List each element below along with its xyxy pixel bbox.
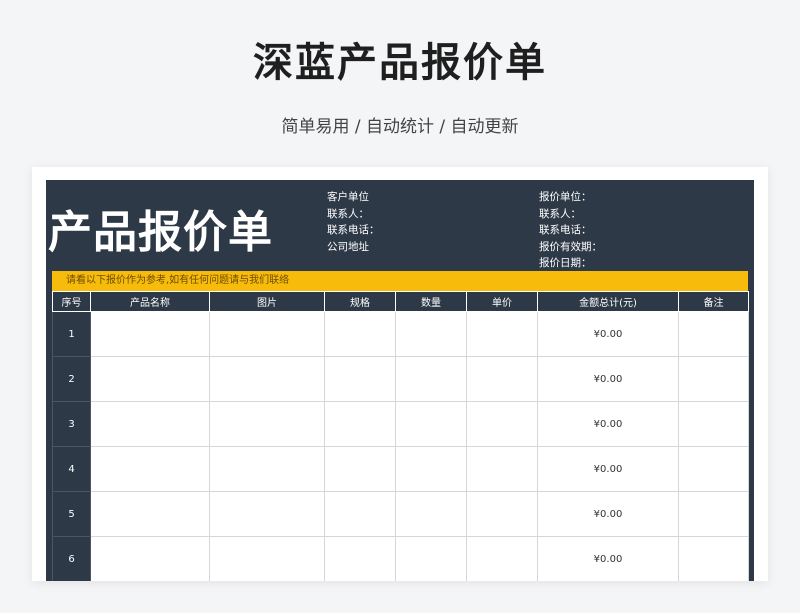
customer-info-phone: 联系电话： <box>327 224 380 236</box>
quantity-cell[interactable] <box>395 311 467 357</box>
remark-cell[interactable] <box>678 356 749 402</box>
product-name-cell[interactable] <box>90 311 210 357</box>
quote-info-company: 报价单位： <box>539 191 592 203</box>
quote-info: 报价单位： 联系人： 联系电话： 报价有效期： 报价日期： <box>539 189 602 272</box>
column-header: 数量 <box>395 291 467 312</box>
total-cell: ¥0.00 <box>537 536 679 581</box>
unit-price-cell[interactable] <box>466 446 538 492</box>
image-cell[interactable] <box>209 446 325 492</box>
quote-info-date: 报价日期： <box>539 257 592 269</box>
quote-sheet-preview: 产品报价单 客户单位 联系人： 联系电话： 公司地址 报价单位： 联系人： 联系… <box>32 167 768 581</box>
quote-info-phone: 联系电话： <box>539 224 592 236</box>
unit-price-cell[interactable] <box>466 536 538 581</box>
quote-sheet: 产品报价单 客户单位 联系人： 联系电话： 公司地址 报价单位： 联系人： 联系… <box>46 180 754 581</box>
quantity-cell[interactable] <box>395 356 467 402</box>
spec-cell[interactable] <box>324 536 396 581</box>
remark-cell[interactable] <box>678 536 749 581</box>
unit-price-cell[interactable] <box>466 311 538 357</box>
table-row: 3 ¥0.00 <box>52 401 749 447</box>
quantity-cell[interactable] <box>395 491 467 537</box>
remark-cell[interactable] <box>678 311 749 357</box>
unit-price-cell[interactable] <box>466 356 538 402</box>
row-index: 1 <box>52 311 91 357</box>
spec-cell[interactable] <box>324 401 396 447</box>
table-row: 5 ¥0.00 <box>52 491 749 537</box>
row-index: 5 <box>52 491 91 537</box>
unit-price-cell[interactable] <box>466 401 538 447</box>
table-row: 4 ¥0.00 <box>52 446 749 492</box>
customer-info-contact: 联系人： <box>327 207 369 220</box>
image-cell[interactable] <box>209 536 325 581</box>
spec-cell[interactable] <box>324 356 396 402</box>
image-cell[interactable] <box>209 356 325 402</box>
sheet-title: 产品报价单 <box>48 207 273 258</box>
spec-cell[interactable] <box>324 311 396 357</box>
customer-info-address: 公司地址 <box>327 240 369 253</box>
product-name-cell[interactable] <box>90 356 210 402</box>
row-index: 6 <box>52 536 91 581</box>
column-header: 金额总计(元) <box>537 291 679 312</box>
column-header: 序号 <box>52 291 91 312</box>
column-header: 图片 <box>209 291 325 312</box>
customer-info: 客户单位 联系人： 联系电话： 公司地址 <box>327 189 380 255</box>
table-header-row: 序号 产品名称 图片 规格 数量 单价 金额总计(元) 备注 <box>52 291 749 312</box>
row-index: 3 <box>52 401 91 447</box>
page-subtitle: 简单易用 / 自动统计 / 自动更新 <box>281 117 519 137</box>
notice-bar: 请看以下报价作为参考,如有任何问题请与我们联络 <box>52 271 748 291</box>
spec-cell[interactable] <box>324 446 396 492</box>
column-header: 规格 <box>324 291 396 312</box>
remark-cell[interactable] <box>678 491 749 537</box>
product-name-cell[interactable] <box>90 491 210 537</box>
total-cell: ¥0.00 <box>537 311 679 357</box>
remark-cell[interactable] <box>678 446 749 492</box>
customer-info-company: 客户单位 <box>327 191 369 203</box>
image-cell[interactable] <box>209 311 325 357</box>
quote-info-contact: 联系人： <box>539 207 581 220</box>
table-row: 6 ¥0.00 <box>52 536 749 581</box>
column-header: 单价 <box>466 291 538 312</box>
image-cell[interactable] <box>209 401 325 447</box>
quantity-cell[interactable] <box>395 446 467 492</box>
total-cell: ¥0.00 <box>537 401 679 447</box>
row-index: 4 <box>52 446 91 492</box>
product-name-cell[interactable] <box>90 446 210 492</box>
unit-price-cell[interactable] <box>466 491 538 537</box>
quote-info-validity: 报价有效期： <box>539 240 602 253</box>
quantity-cell[interactable] <box>395 401 467 447</box>
quote-table: 序号 产品名称 图片 规格 数量 单价 金额总计(元) 备注 1 ¥0.00 2… <box>52 291 749 581</box>
table-row: 2 ¥0.00 <box>52 356 749 402</box>
total-cell: ¥0.00 <box>537 356 679 402</box>
quantity-cell[interactable] <box>395 536 467 581</box>
total-cell: ¥0.00 <box>537 491 679 537</box>
product-name-cell[interactable] <box>90 536 210 581</box>
remark-cell[interactable] <box>678 401 749 447</box>
product-name-cell[interactable] <box>90 401 210 447</box>
total-cell: ¥0.00 <box>537 446 679 492</box>
table-row: 1 ¥0.00 <box>52 311 749 357</box>
spec-cell[interactable] <box>324 491 396 537</box>
image-cell[interactable] <box>209 491 325 537</box>
column-header: 备注 <box>678 291 749 312</box>
row-index: 2 <box>52 356 91 402</box>
page-title: 深蓝产品报价单 <box>253 40 547 86</box>
column-header: 产品名称 <box>90 291 210 312</box>
